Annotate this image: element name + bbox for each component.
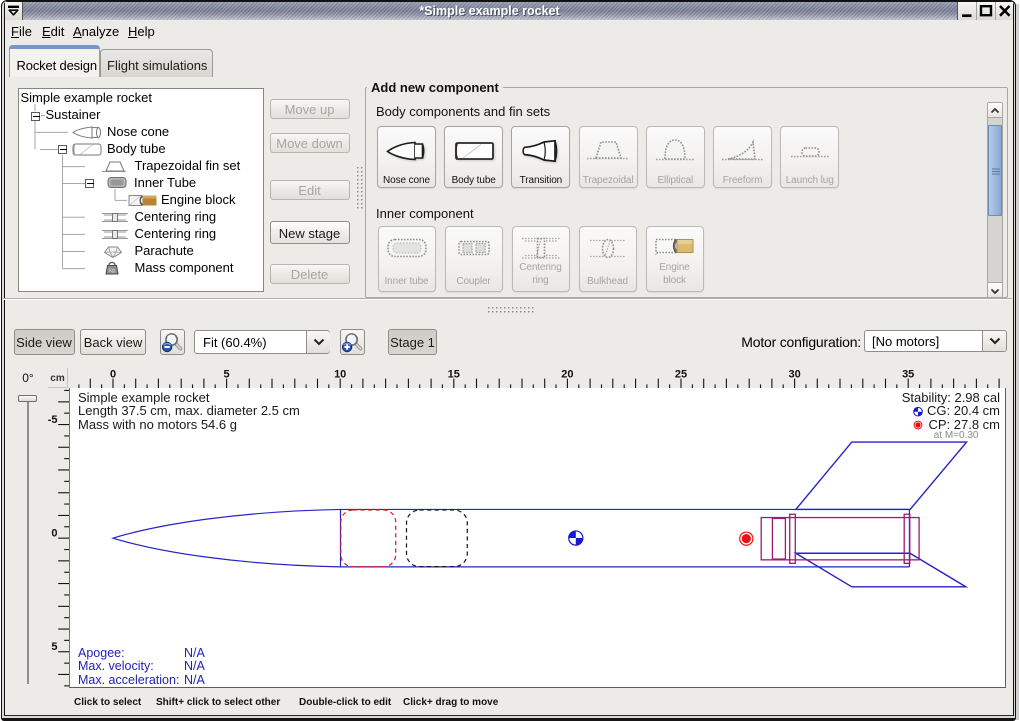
svg-text:10: 10 xyxy=(334,368,346,380)
svg-text:kg: kg xyxy=(109,268,115,274)
svg-text:0: 0 xyxy=(51,528,57,540)
svg-text:5: 5 xyxy=(51,642,57,654)
svg-text:-5: -5 xyxy=(48,414,58,426)
svg-text:30: 30 xyxy=(788,368,800,380)
svg-text:15: 15 xyxy=(448,368,460,380)
svg-text:5: 5 xyxy=(224,368,230,380)
svg-text:0: 0 xyxy=(110,368,116,380)
svg-text:35: 35 xyxy=(902,368,914,380)
svg-text:20: 20 xyxy=(561,368,573,380)
svg-text:25: 25 xyxy=(675,368,687,380)
